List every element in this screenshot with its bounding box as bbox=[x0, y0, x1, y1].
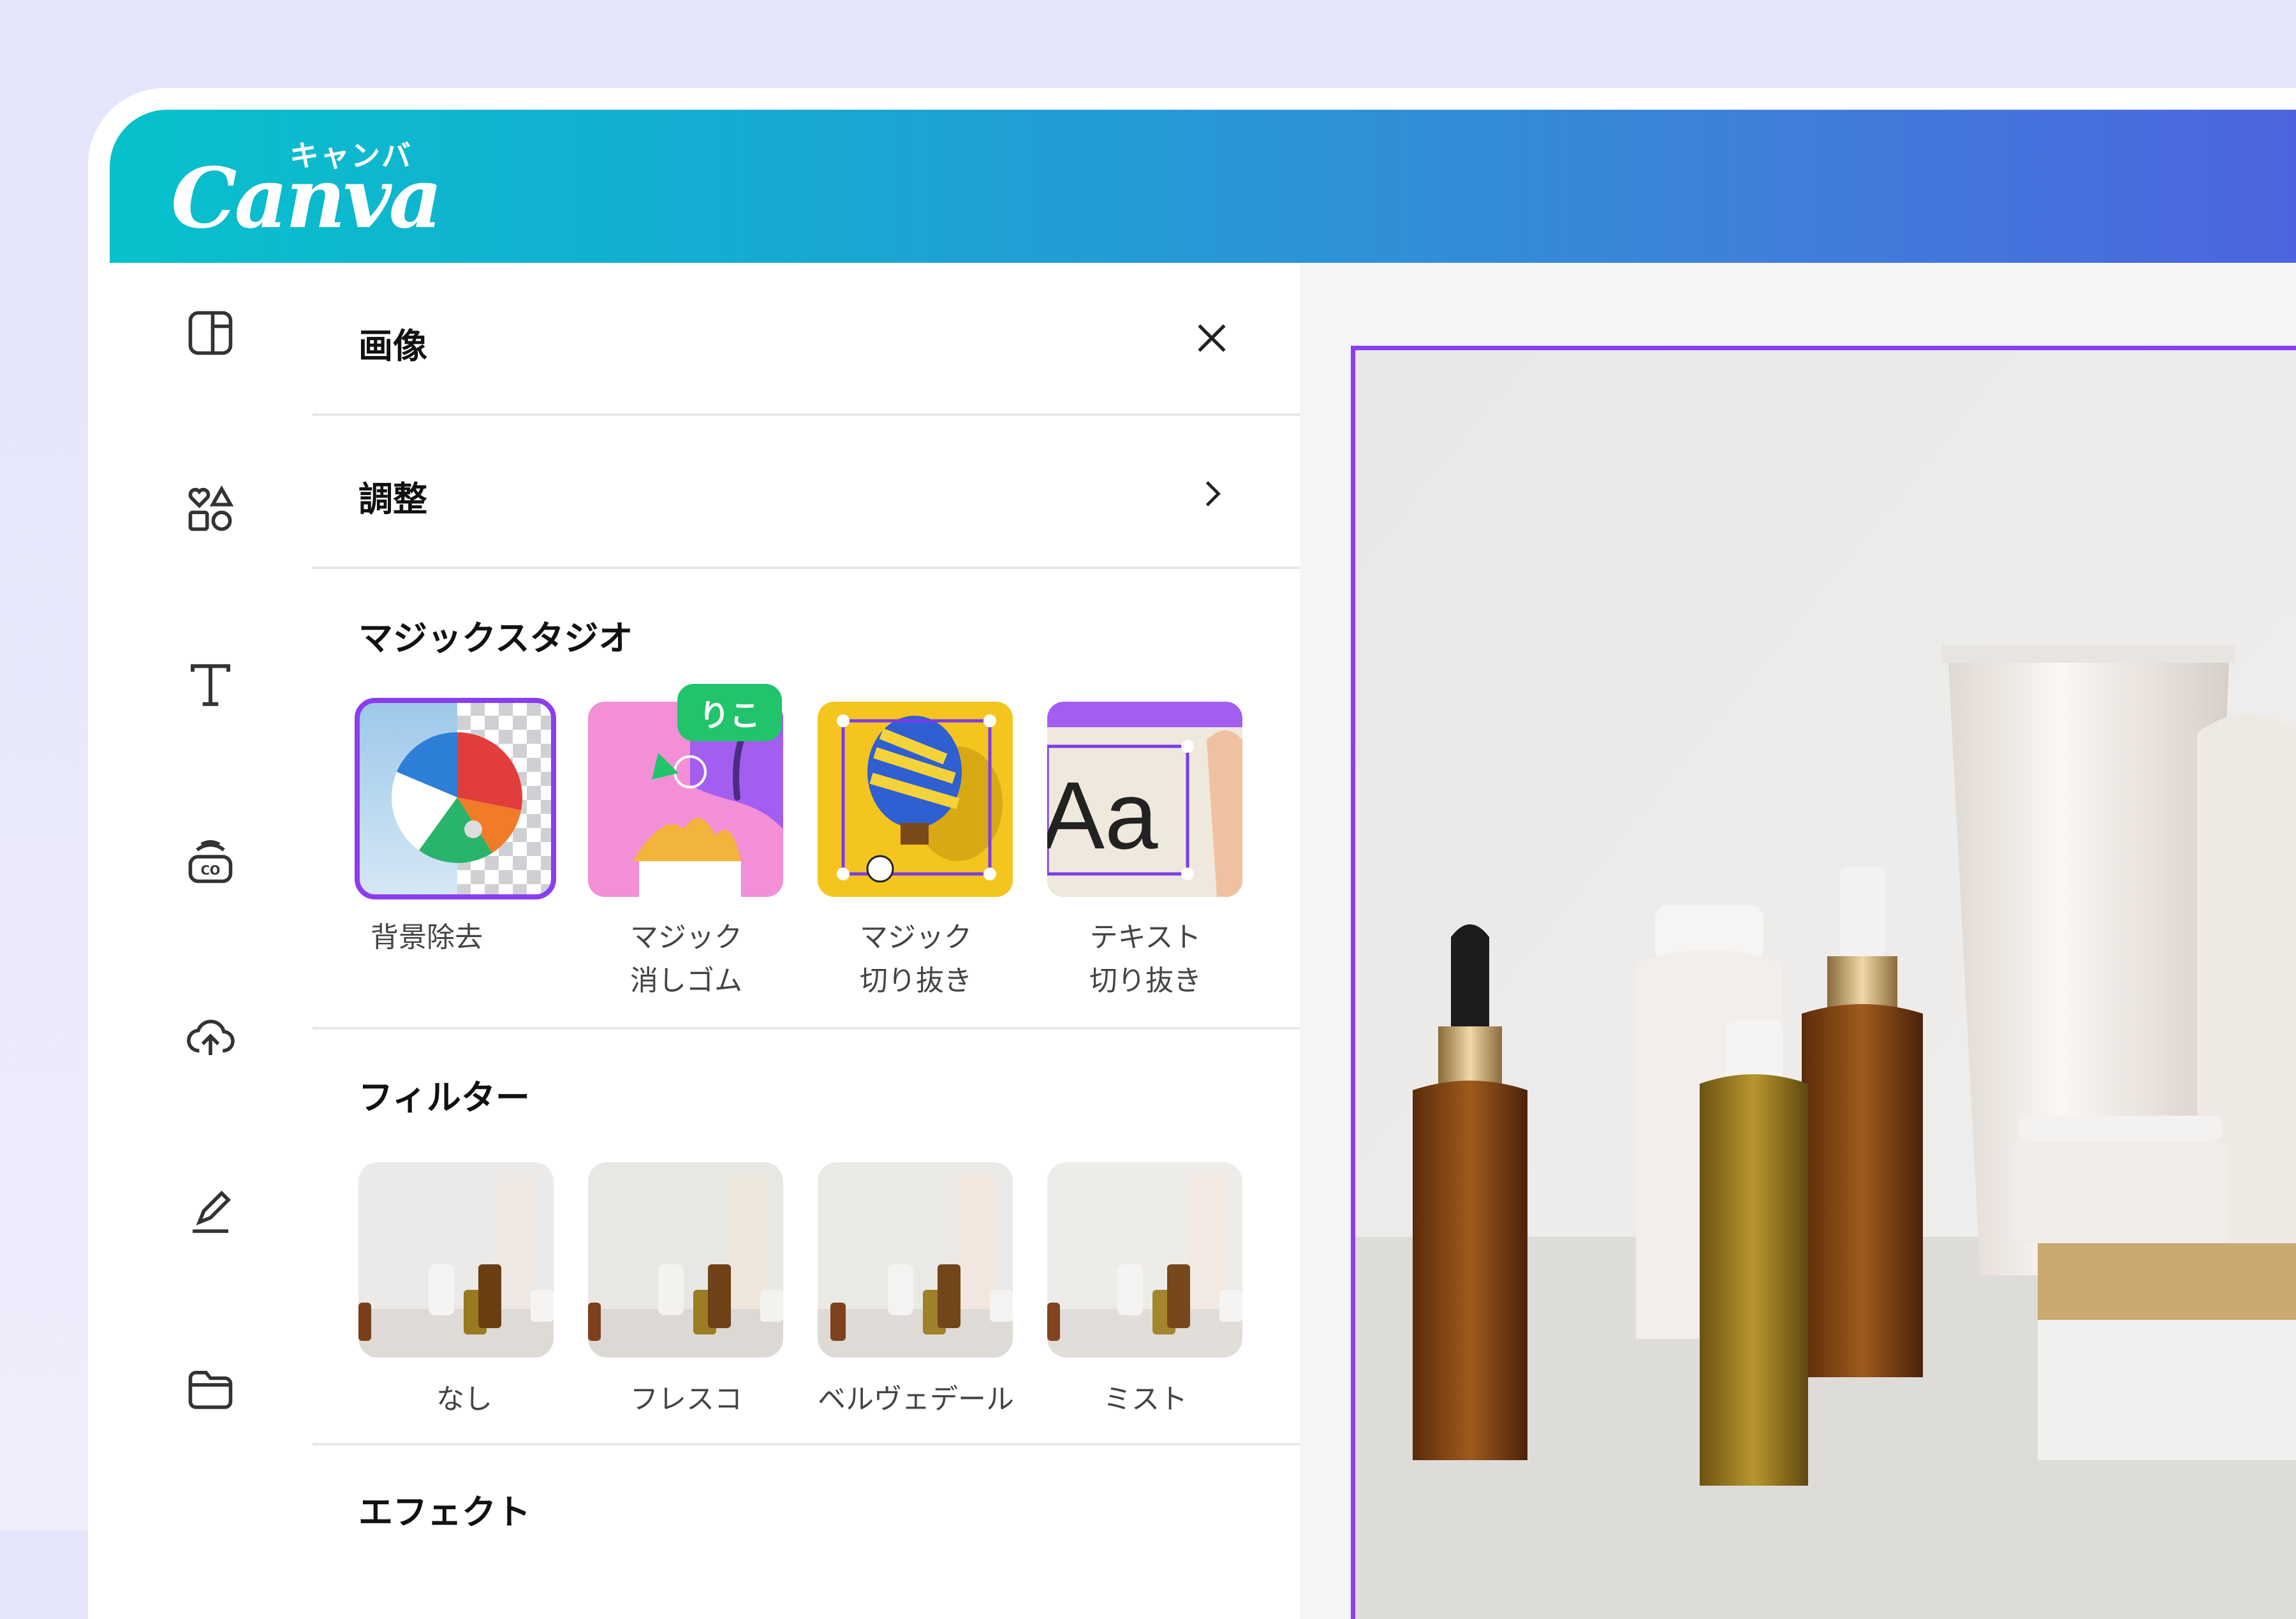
folder-icon[interactable] bbox=[180, 1359, 241, 1420]
panel-title: 画像 bbox=[358, 326, 427, 366]
filter-belvedere[interactable] bbox=[818, 1162, 1013, 1357]
adjust-row[interactable]: 調整 bbox=[313, 416, 1300, 566]
magic-studio-title: マジックスタジオ bbox=[358, 618, 633, 658]
tool-text-grab[interactable]: Aa bbox=[1047, 702, 1242, 897]
filter-mist[interactable] bbox=[1047, 1162, 1242, 1357]
filters-title: フィルター bbox=[358, 1077, 530, 1118]
svg-text:CO: CO bbox=[201, 863, 221, 878]
filter-label: なし bbox=[436, 1383, 492, 1416]
divider bbox=[313, 566, 1300, 569]
brand-icon[interactable]: CO bbox=[180, 831, 241, 892]
editor-body: CO 画像 調整 マジックスタジオ 背景除去 マジック 消しゴム りこ マジック… bbox=[110, 263, 2296, 1619]
cursor-icon bbox=[652, 753, 679, 780]
chevron-right-icon bbox=[1186, 468, 1237, 519]
app-header: キャンバ Canva bbox=[110, 110, 2296, 263]
divider bbox=[313, 1027, 1300, 1030]
tool-magic-grab[interactable] bbox=[818, 702, 1013, 897]
canvas-area bbox=[1300, 263, 2296, 1619]
tool-label: テキスト 切り抜き bbox=[1089, 921, 1202, 997]
effects-title: エフェクト bbox=[358, 1492, 531, 1532]
close-icon[interactable] bbox=[1186, 313, 1237, 364]
image-edit-panel: 画像 調整 マジックスタジオ 背景除去 マジック 消しゴム りこ マジック 切り… bbox=[313, 263, 1300, 1619]
layout-icon[interactable] bbox=[180, 302, 241, 364]
tool-label: 背景除去 bbox=[371, 921, 483, 954]
text-icon[interactable] bbox=[180, 654, 241, 716]
logo-wordmark: Canva bbox=[171, 149, 443, 247]
selected-image[interactable] bbox=[1351, 346, 2296, 1619]
filter-label: ミスト bbox=[1103, 1383, 1188, 1416]
app-window: キャンバ Canva CO 画像 調整 マジックスタジオ 背景除去 マジック 消… bbox=[88, 88, 2296, 1619]
tool-label: マジック 消しゴム bbox=[630, 921, 742, 997]
divider bbox=[313, 1443, 1300, 1445]
upload-icon[interactable] bbox=[180, 1007, 241, 1068]
selected-indicator bbox=[355, 698, 556, 899]
svg-text:Aa: Aa bbox=[1047, 762, 1158, 869]
elements-icon[interactable] bbox=[180, 478, 241, 540]
filter-none[interactable] bbox=[358, 1162, 554, 1357]
side-rail: CO bbox=[110, 263, 313, 1619]
collaborator-tag: りこ bbox=[677, 684, 783, 741]
draw-icon[interactable] bbox=[180, 1183, 241, 1244]
filter-label: ベルヴェデール bbox=[818, 1383, 1014, 1416]
canva-logo[interactable]: キャンバ Canva bbox=[171, 133, 443, 241]
tool-label: マジック 切り抜き bbox=[860, 921, 972, 997]
filter-label: フレスコ bbox=[630, 1383, 742, 1416]
filter-fresco[interactable] bbox=[588, 1162, 783, 1357]
adjust-label: 調整 bbox=[358, 479, 427, 519]
